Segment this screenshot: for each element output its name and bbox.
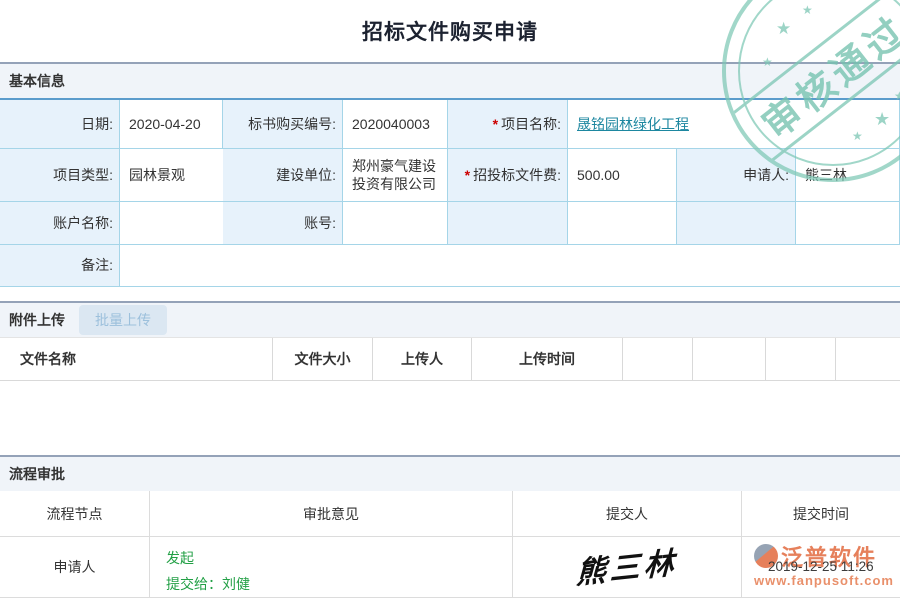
col-submitter: 提交人 [513, 491, 742, 537]
basic-info-table: 日期: 2020-04-20 标书购买编号: 2020040003 *项目名称:… [0, 98, 900, 287]
bid-fee-value: 500.00 [568, 149, 677, 202]
page-header: 招标文件购买申请 [0, 0, 900, 62]
section-approval: 流程审批 [0, 455, 900, 491]
page-title: 招标文件购买申请 [362, 16, 538, 46]
applicant-value: 熊三林 [796, 149, 900, 202]
section-attachments: 附件上传 批量上传 [0, 301, 900, 337]
submit-time-cell: 2019-12-25 11:26 [742, 537, 900, 598]
construction-org-value: 郑州豪气建设投资有限公司 [343, 149, 448, 202]
remark-label: 备注: [0, 245, 120, 287]
section-title-basic-info: 基本信息 [9, 71, 65, 91]
col-flow-node: 流程节点 [0, 491, 150, 537]
required-mark: * [465, 166, 470, 184]
opinion-initiate: 发起 [166, 545, 194, 571]
col-empty [623, 338, 693, 380]
empty-label-cell [677, 202, 796, 245]
attachments-table-header: 文件名称 文件大小 上传人 上传时间 [0, 337, 900, 381]
opinion-submit-to: 提交给：刘健 [166, 571, 250, 597]
col-file-name: 文件名称 [0, 338, 273, 380]
project-type-label: 项目类型: [0, 149, 120, 202]
date-value: 2020-04-20 [120, 100, 223, 149]
flow-node-cell: 申请人 [0, 537, 150, 598]
account-name-value [120, 202, 223, 245]
project-name-link[interactable]: 晟铭园林绿化工程 [577, 115, 689, 133]
project-name-label: *项目名称: [448, 100, 568, 149]
col-empty [766, 338, 836, 380]
construction-org-label: 建设单位: [223, 149, 343, 202]
bid-fee-label: *招投标文件费: [448, 149, 568, 202]
applicant-label: 申请人: [677, 149, 796, 202]
date-label: 日期: [0, 100, 120, 149]
col-file-size: 文件大小 [273, 338, 373, 380]
bid-no-label: 标书购买编号: [223, 100, 343, 149]
col-empty [693, 338, 766, 380]
batch-upload-button[interactable]: 批量上传 [79, 305, 167, 335]
col-upload-time: 上传时间 [472, 338, 623, 380]
empty-value-cell [568, 202, 677, 245]
account-no-value [343, 202, 448, 245]
col-approval-opinion: 审批意见 [150, 491, 513, 537]
account-name-label: 账户名称: [0, 202, 120, 245]
remark-value [120, 245, 900, 287]
attachments-empty-area [0, 381, 900, 455]
account-no-label: 账号: [223, 202, 343, 245]
signature-image: 熊三林 [576, 537, 679, 592]
required-mark: * [493, 115, 498, 133]
submitter-cell: 熊三林 [513, 537, 742, 598]
empty-value-cell [796, 202, 900, 245]
approval-table: 流程节点 审批意见 提交人 提交时间 申请人 发起 提交给：刘健 熊三林 201… [0, 491, 900, 598]
empty-label-cell [448, 202, 568, 245]
col-empty [836, 338, 900, 380]
bid-no-value: 2020040003 [343, 100, 448, 149]
col-submit-time: 提交时间 [742, 491, 900, 537]
approval-opinion-cell: 发起 提交给：刘健 [150, 537, 513, 598]
section-title-approval: 流程审批 [9, 464, 65, 484]
project-type-value: 园林景观 [120, 149, 223, 202]
col-uploader: 上传人 [373, 338, 472, 380]
project-name-cell: 晟铭园林绿化工程 [568, 100, 900, 149]
section-title-attachments: 附件上传 [9, 310, 65, 330]
section-basic-info: 基本信息 [0, 62, 900, 98]
